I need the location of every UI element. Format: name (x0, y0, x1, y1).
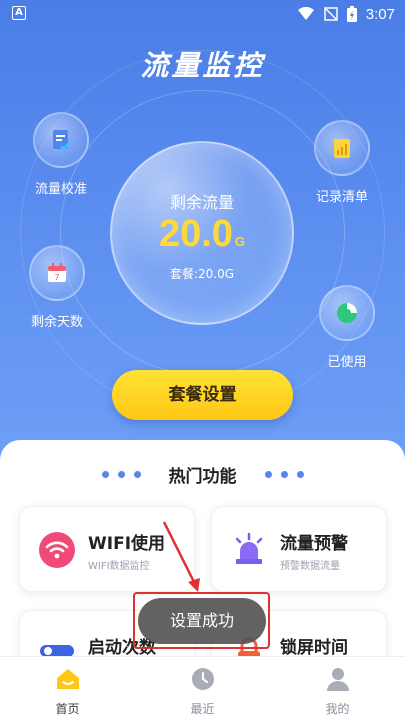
clock-time: 3:07 (365, 5, 395, 23)
wifi-status-icon (297, 7, 314, 20)
page-title: 流量监控 (140, 49, 265, 82)
pie-chart-icon (319, 285, 375, 341)
nav-item-recent[interactable]: 最近 (135, 657, 270, 720)
nav-item-home[interactable]: 首页 (0, 657, 135, 720)
remaining-value-number: 20.0 (158, 213, 233, 255)
section-title: 热门功能 (168, 466, 237, 487)
battery-charging-icon (346, 6, 357, 22)
data-alert-card[interactable]: 流量预警 预警数据流量 (211, 506, 387, 592)
app-notification-icon: A (12, 6, 26, 20)
card-subtitle: WIFI数据监控 (88, 561, 150, 572)
annotation-arrow (162, 521, 200, 592)
calibrate-button[interactable]: 流量校准 (13, 112, 109, 197)
decor-dots-right (264, 470, 304, 478)
wifi-icon (39, 532, 75, 568)
alarm-light-icon (235, 532, 263, 564)
svg-text:7: 7 (54, 273, 59, 282)
nav-label: 首页 (55, 702, 80, 716)
records-label: 记录清单 (315, 190, 368, 205)
remaining-data-label: 剩余流量 (169, 193, 234, 212)
remaining-data-value: 20.0 G (112, 213, 292, 256)
home-icon (56, 669, 79, 689)
nav-item-profile[interactable]: 我的 (270, 657, 405, 720)
nav-label: 我的 (325, 702, 350, 716)
plan-size-text: 套餐:20.0G (169, 267, 235, 281)
calendar-icon: 7 (29, 245, 85, 301)
hero-panel: 流量监控 流量校准 记录清单 7 剩余天数 已使用 剩余流量 20.0 G 套餐… (0, 0, 405, 470)
records-icon (314, 120, 370, 176)
card-title: 流量预警 (280, 534, 348, 554)
days-left-label: 剩余天数 (30, 315, 83, 330)
records-button[interactable]: 记录清单 (294, 120, 390, 205)
bottom-nav: 首页 最近 我的 (0, 656, 405, 720)
days-left-button[interactable]: 7 剩余天数 (9, 245, 105, 330)
nav-label: 最近 (190, 702, 215, 716)
card-subtitle: 预警数据流量 (280, 561, 340, 572)
status-bar: A 3:07 (0, 0, 405, 28)
calibrate-label: 流量校准 (34, 182, 87, 197)
used-label: 已使用 (327, 355, 367, 370)
section-header: 热门功能 (0, 460, 405, 488)
remaining-value-unit: G (234, 234, 246, 249)
plan-settings-button[interactable]: 套餐设置 (112, 370, 293, 420)
clock-icon (191, 668, 214, 690)
annotation-highlight-box (133, 592, 270, 649)
decor-dots-left (101, 470, 141, 478)
no-signal-icon (324, 7, 338, 21)
card-title: 锁屏时间 (280, 638, 348, 658)
used-button[interactable]: 已使用 (299, 285, 395, 370)
calibrate-icon (33, 112, 89, 168)
remaining-data-bubble: 剩余流量 20.0 G 套餐:20.0G (110, 141, 294, 325)
user-icon (326, 668, 349, 691)
